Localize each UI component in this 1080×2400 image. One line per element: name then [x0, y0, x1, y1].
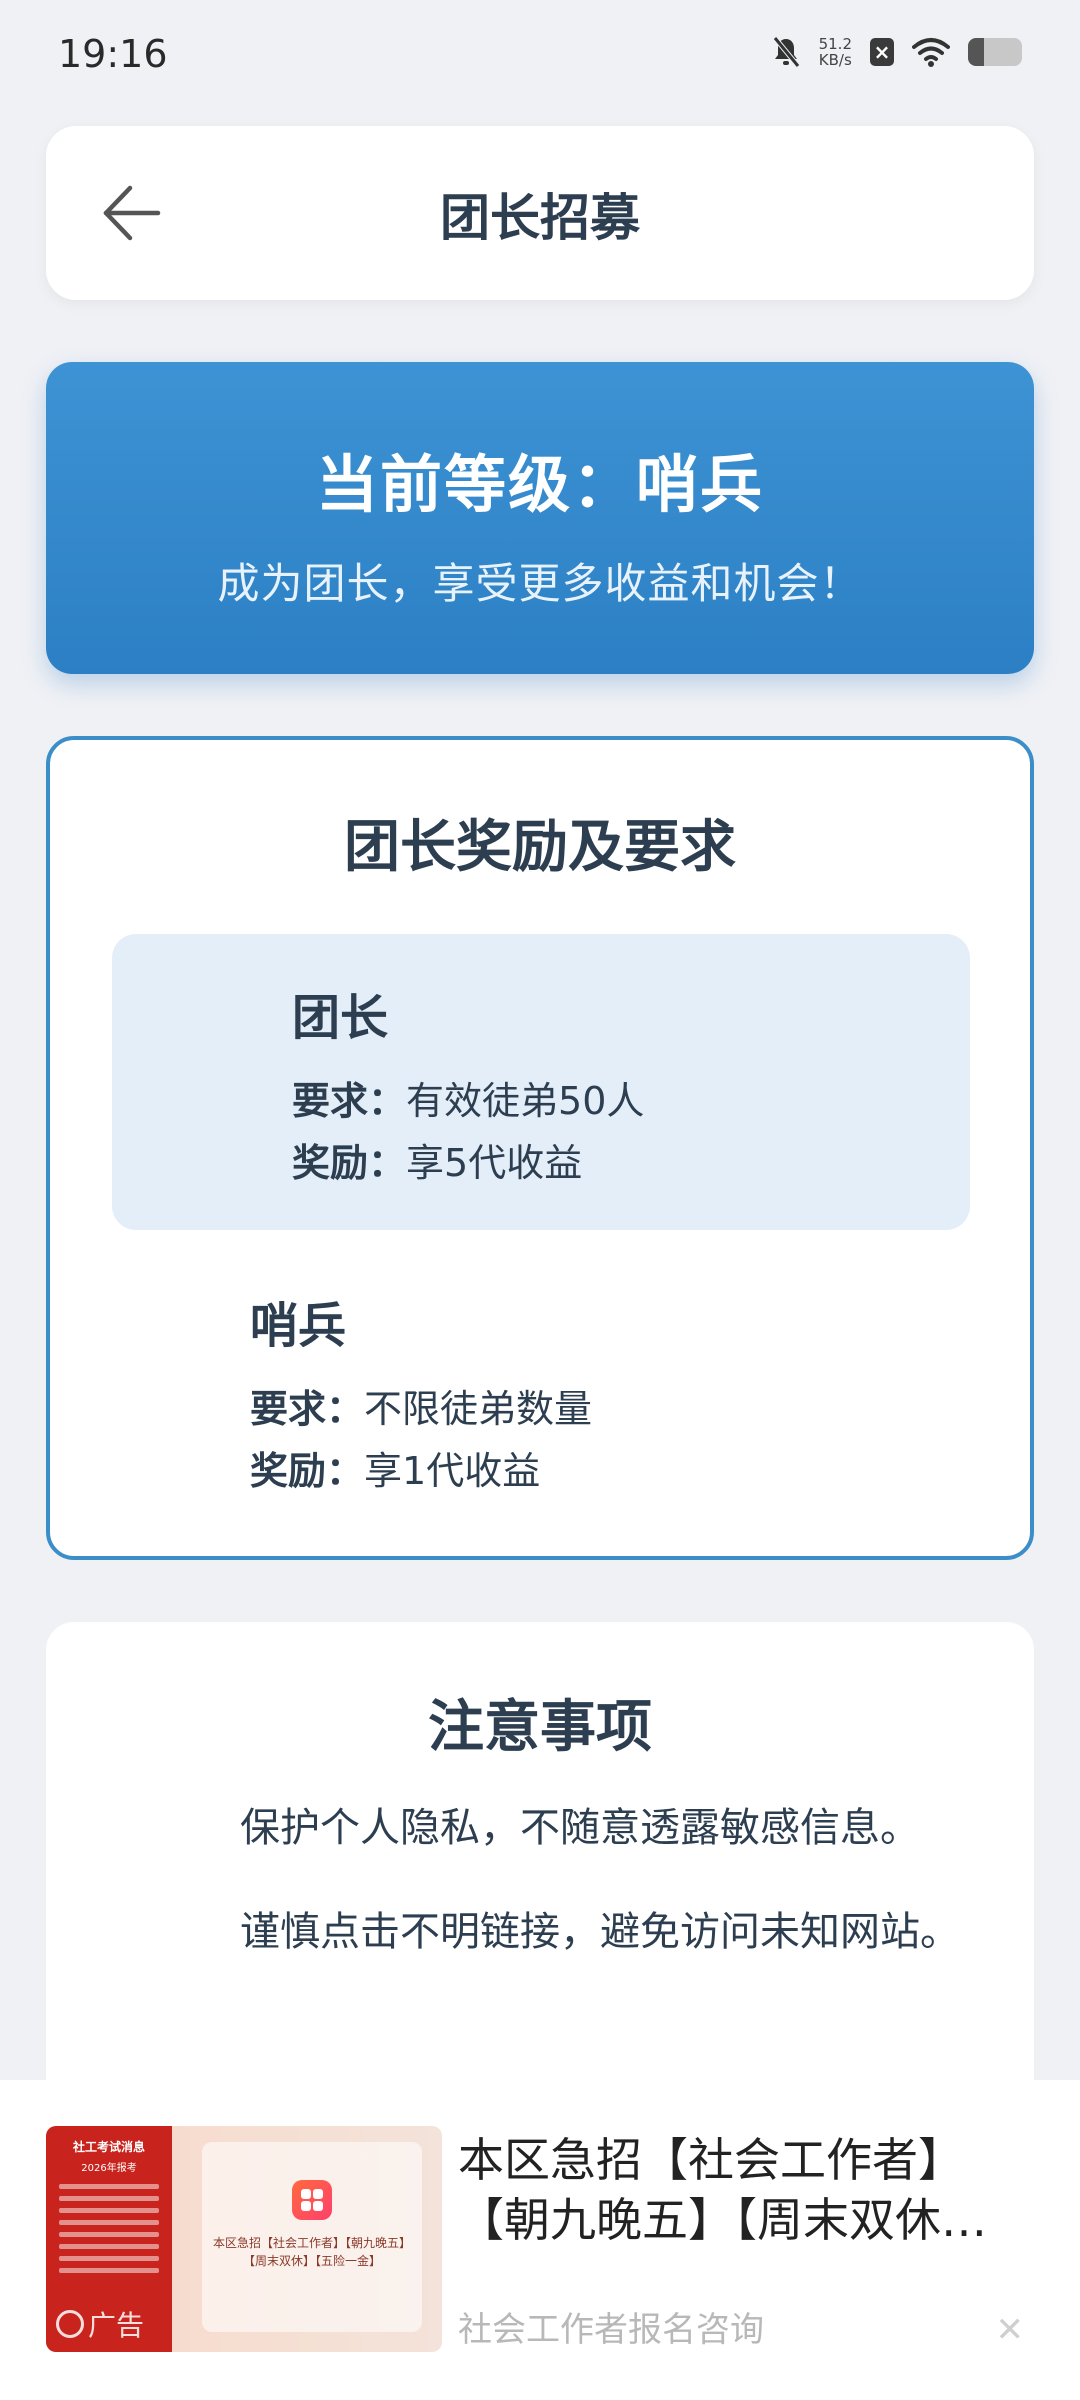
- ad-image-left-title: 社工考试消息: [72, 2140, 145, 2154]
- reward-label: 奖励：: [292, 1141, 407, 1185]
- tier-item-sentinel: 哨兵 要求：不限徒弟数量 奖励：享1代收益: [250, 1286, 592, 1502]
- notice-card: 注意事项 保护个人隐私，不随意透露敏感信息。 谨慎点击不明链接，避免访问未知网站…: [46, 1622, 1034, 2122]
- requirement-label: 要求：: [292, 1079, 407, 1123]
- notification-x-icon: ×: [870, 38, 894, 66]
- current-level-card: 当前等级：哨兵 成为团长，享受更多收益和机会！: [46, 362, 1034, 674]
- bell-muted-icon: [772, 36, 800, 68]
- tier-requirement: 要求：不限徒弟数量: [250, 1378, 592, 1440]
- ad-badge-label: 广告: [88, 2309, 145, 2342]
- rewards-title: 团长奖励及要求: [344, 815, 736, 880]
- battery-icon: [968, 38, 1022, 66]
- tier-item-leader: 团长 要求：有效徒弟50人 奖励：享5代收益: [292, 978, 644, 1194]
- reward-value: 享5代收益: [406, 1141, 583, 1185]
- ad-image[interactable]: 社工考试消息 2026年报考 本区急招【社会工作者】【朝九晚五】【周末双休】【五…: [46, 2126, 442, 2352]
- requirement-value: 有效徒弟50人: [406, 1079, 645, 1123]
- tier-name: 团长: [292, 990, 389, 1046]
- requirement-value: 不限徒弟数量: [364, 1387, 593, 1431]
- ad-image-card: 本区急招【社会工作者】【朝九晚五】【周末双休】【五险一金】: [202, 2142, 422, 2332]
- ad-image-left-year: 2026年报考: [81, 2163, 137, 2174]
- reward-value: 享1代收益: [364, 1449, 541, 1493]
- notice-item: 谨慎点击不明链接，避免访问未知网站。: [240, 1909, 960, 1955]
- network-speed: 51.2 KB/s: [819, 36, 852, 68]
- current-level-title: 当前等级：哨兵: [315, 448, 764, 521]
- status-time: 19:16: [58, 32, 168, 76]
- close-icon[interactable]: ✕: [996, 2310, 1025, 2350]
- ad-image-text-lines: [59, 2184, 159, 2273]
- notice-item: 保护个人隐私，不随意透露敏感信息。: [240, 1805, 920, 1851]
- ad-badge: 广告: [56, 2304, 144, 2344]
- ad-title[interactable]: 本区急招【社会工作者】【朝九晚五】【周末双休】【五险一金】: [458, 2130, 1018, 2250]
- status-icons: 51.2 KB/s ×: [771, 36, 1022, 68]
- header-bar: 团长招募: [46, 126, 1034, 300]
- ad-banner[interactable]: 社工考试消息 2026年报考 本区急招【社会工作者】【朝九晚五】【周末双休】【五…: [0, 2080, 1080, 2400]
- tier-reward: 奖励：享1代收益: [250, 1440, 592, 1502]
- network-speed-unit: KB/s: [818, 51, 852, 69]
- notice-list: 保护个人隐私，不随意透露敏感信息。 谨慎点击不明链接，避免访问未知网站。: [240, 1802, 960, 2010]
- network-speed-value: 51.2: [818, 35, 852, 53]
- reward-label: 奖励：: [250, 1449, 365, 1493]
- page-title: 团长招募: [440, 189, 640, 247]
- notice-title: 注意事项: [428, 1695, 652, 1760]
- ad-logo-icon: [56, 2310, 84, 2338]
- battery-level-fill: [968, 38, 985, 66]
- tier-highlight-box: 团长 要求：有效徒弟50人 奖励：享5代收益: [112, 934, 970, 1230]
- rewards-card: 团长奖励及要求 团长 要求：有效徒弟50人 奖励：享5代收益 哨兵 要求：不限徒…: [46, 736, 1034, 1560]
- wifi-icon: [912, 38, 950, 67]
- ad-image-text: 本区急招【社会工作者】【朝九晚五】【周末双休】【五险一金】: [212, 2236, 411, 2268]
- current-level-subtitle: 成为团长，享受更多收益和机会！: [217, 559, 863, 608]
- requirement-label: 要求：: [250, 1387, 365, 1431]
- tier-name: 哨兵: [250, 1298, 347, 1354]
- tier-reward: 奖励：享5代收益: [292, 1132, 644, 1194]
- tier-requirement: 要求：有效徒弟50人: [292, 1070, 644, 1132]
- app-grid-icon: [292, 2180, 332, 2220]
- ad-subtitle[interactable]: 社会工作者报名咨询: [458, 2302, 764, 2351]
- status-bar: 19:16 51.2 KB/s ×: [0, 0, 1080, 116]
